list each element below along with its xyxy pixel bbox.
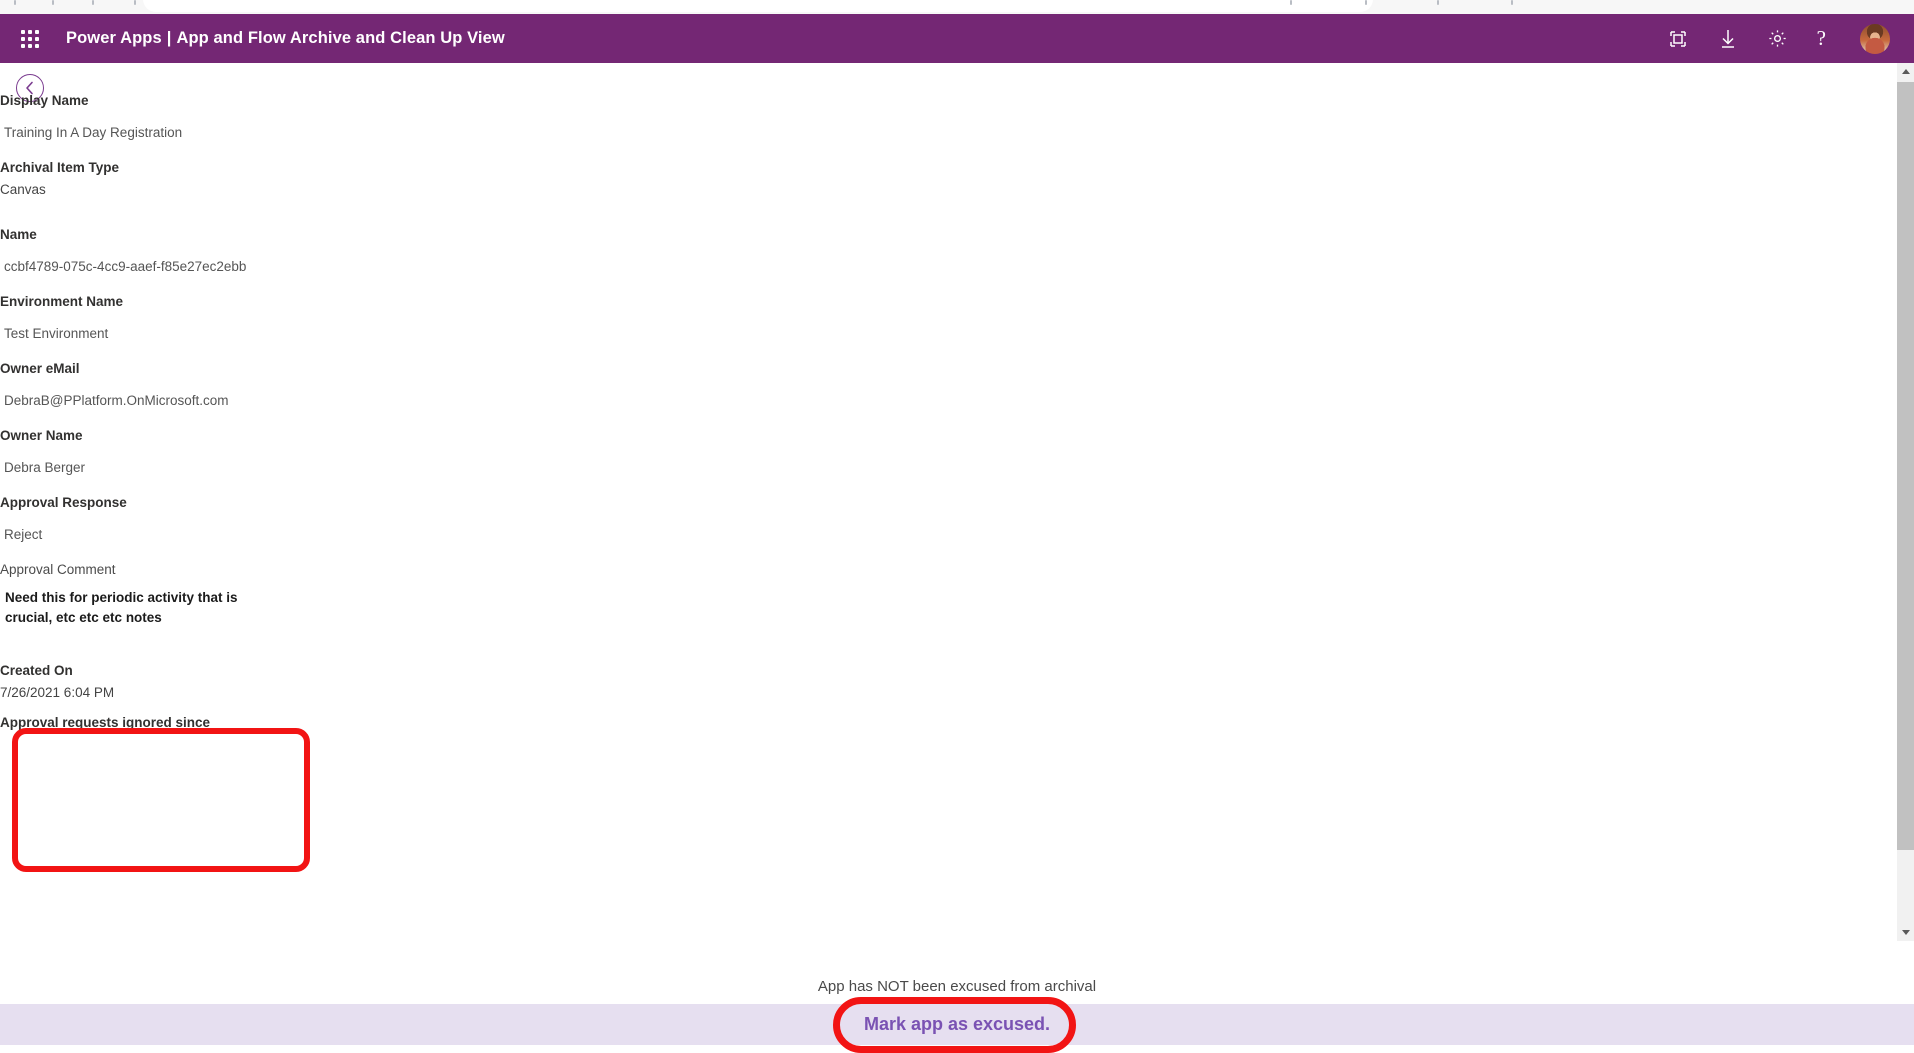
- field-label: Owner eMail: [0, 361, 80, 376]
- field-label: Approval Response: [0, 495, 127, 510]
- field-value: ccbf4789-075c-4cc9-aaef-f85e27ec2ebb: [4, 259, 247, 274]
- scroll-up-arrow-icon[interactable]: [1897, 63, 1914, 80]
- field-approval-response-value: Reject: [4, 527, 42, 542]
- field-value: 7/26/2021 6:04 PM: [0, 685, 115, 700]
- field-label: Created On: [0, 663, 73, 678]
- browser-chrome-sliver: [0, 0, 1914, 14]
- title-separator: |: [166, 29, 172, 47]
- browser-address-bar[interactable]: [143, 0, 1373, 12]
- chrome-mark: [92, 0, 94, 5]
- field-label: Owner Name: [0, 428, 83, 443]
- vertical-scrollbar[interactable]: [1897, 63, 1914, 941]
- chrome-mark: [1511, 0, 1513, 5]
- field-name: Name: [0, 227, 37, 242]
- field-value: Debra Berger: [4, 460, 86, 475]
- chrome-mark: [1365, 0, 1367, 5]
- scroll-down-arrow-icon[interactable]: [1897, 924, 1914, 941]
- field-value: DebraB@PPlatform.OnMicrosoft.com: [4, 393, 229, 408]
- settings-gear-icon[interactable]: [1767, 28, 1789, 50]
- field-approval-response: Approval Response: [0, 495, 127, 510]
- field-label: Environment Name: [0, 294, 124, 309]
- mark-app-as-excused-button[interactable]: Mark app as excused.: [0, 1004, 1914, 1045]
- app-canvas: Display Name Training In A Day Registrat…: [0, 63, 1914, 1053]
- product-name: Power Apps: [66, 29, 162, 47]
- header-actions: ?: [1667, 23, 1890, 54]
- help-icon[interactable]: ?: [1817, 28, 1826, 49]
- field-approval-comment-value: Need this for periodic activity that is …: [5, 588, 238, 627]
- field-value: Training In A Day Registration: [4, 125, 183, 140]
- annotation-approval-comment: [12, 728, 310, 872]
- field-display-name-value: Training In A Day Registration: [4, 125, 182, 140]
- field-value: Canvas: [0, 182, 46, 197]
- field-owner-name: Owner Name: [0, 428, 83, 443]
- chrome-mark: [1290, 0, 1292, 5]
- field-created-on: Created On: [0, 663, 73, 678]
- field-environment-name-value: Test Environment: [4, 326, 108, 341]
- avatar[interactable]: [1860, 23, 1890, 54]
- field-owner-name-value: Debra Berger: [4, 460, 85, 475]
- field-label: Display Name: [0, 93, 89, 108]
- field-name-value: ccbf4789-075c-4cc9-aaef-f85e27ec2ebb: [4, 259, 246, 274]
- field-approval-comment: Approval Comment: [0, 562, 116, 577]
- action-band: Mark app as excused.: [0, 1004, 1914, 1045]
- app-title: App and Flow Archive and Clean Up View: [176, 29, 505, 47]
- field-label: Archival Item Type: [0, 160, 120, 175]
- waffle-grid-icon[interactable]: [18, 27, 42, 51]
- app-header-bar: Power Apps | App and Flow Archive and Clea…: [0, 14, 1914, 63]
- scroll-thumb[interactable]: [1897, 82, 1914, 850]
- chrome-mark: [134, 0, 136, 5]
- field-label: Approval Comment: [0, 562, 116, 577]
- field-label: Approval requests ignored since: [0, 715, 211, 730]
- field-owner-email: Owner eMail: [0, 361, 80, 376]
- field-display-name: Display Name: [0, 93, 89, 108]
- chrome-mark: [1437, 0, 1439, 5]
- field-archival-item-type: Archival Item Type: [0, 160, 119, 175]
- field-value: Need this for periodic activity that is …: [5, 590, 238, 625]
- field-value: Reject: [4, 527, 43, 542]
- archival-status-text: App has NOT been excused from archival: [817, 978, 1097, 995]
- field-environment-name: Environment Name: [0, 294, 123, 309]
- field-created-on-value: 7/26/2021 6:04 PM: [0, 685, 114, 700]
- fit-to-screen-icon[interactable]: [1667, 28, 1689, 50]
- download-icon[interactable]: [1717, 28, 1739, 50]
- page-title: Power Apps | App and Flow Archive and Clea…: [66, 29, 505, 48]
- chrome-mark: [14, 0, 16, 5]
- field-label: Name: [0, 227, 37, 242]
- field-approval-requests-ignored-since: Approval requests ignored since: [0, 715, 210, 730]
- chrome-mark: [52, 0, 54, 5]
- field-archival-item-type-value: Canvas: [0, 182, 46, 197]
- field-value: Test Environment: [4, 326, 109, 341]
- field-owner-email-value: DebraB@PPlatform.OnMicrosoft.com: [4, 393, 229, 408]
